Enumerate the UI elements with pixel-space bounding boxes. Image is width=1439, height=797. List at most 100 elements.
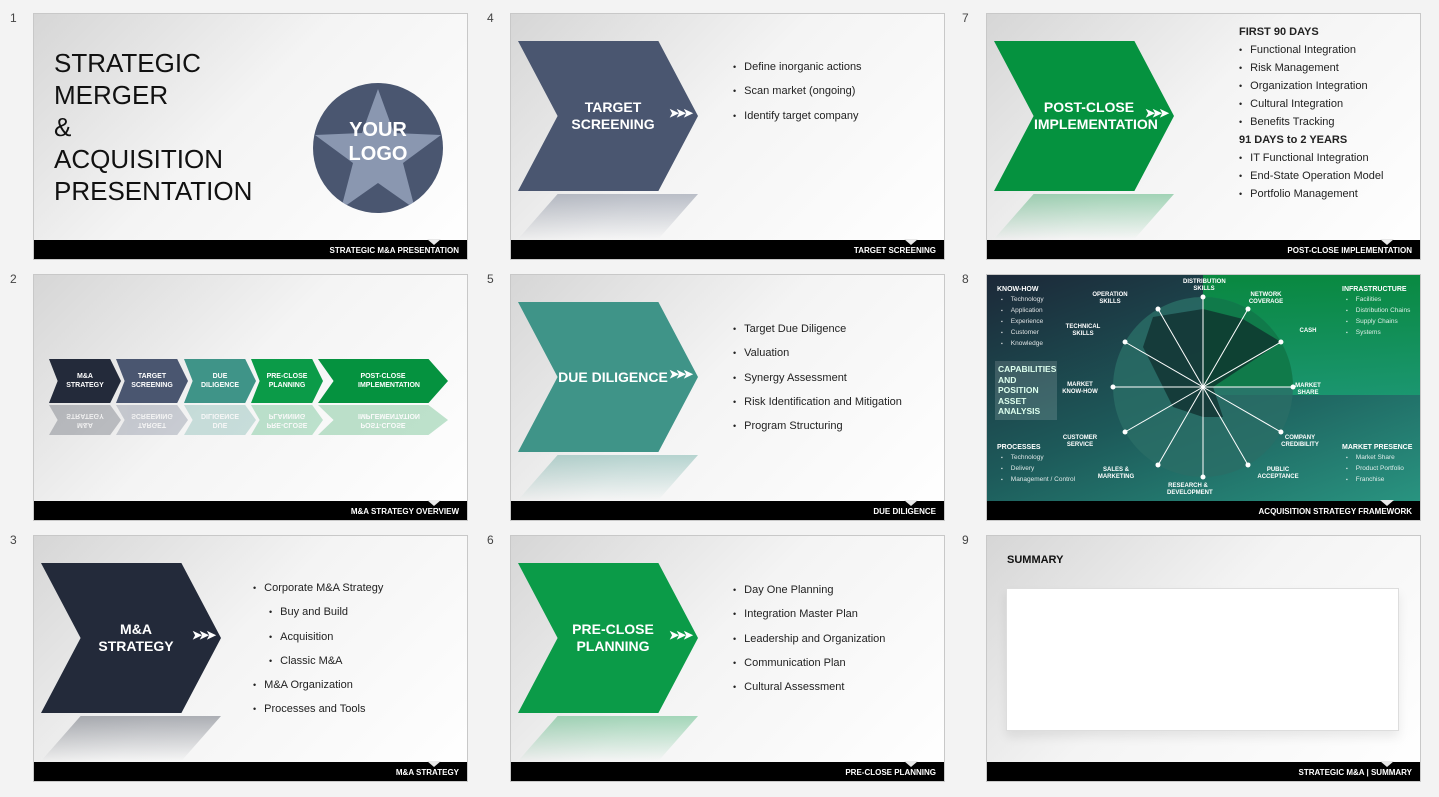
chevron-label: TARGET SCREENING xyxy=(571,99,655,132)
slide-number: 2 xyxy=(10,272,17,286)
bullet-item: Synergy Assessment xyxy=(733,372,902,384)
slide-thumbnail-8[interactable]: DISTRIBUTION SKILLS NETWORK COVERAGE CASH M… xyxy=(986,274,1421,521)
bullet-item: Communication Plan xyxy=(733,657,885,669)
radar-point xyxy=(1278,339,1284,345)
bullet-list: Define inorganic actions Scan market (ong… xyxy=(733,61,862,134)
step-reflection: DUE DILIGENCE xyxy=(184,405,256,435)
group-item: Management / Control xyxy=(1001,476,1075,483)
radar-label: COMPANY CREDIBILITY xyxy=(1281,435,1319,448)
bullet-list: Target Due Diligence Valuation Synergy Ass… xyxy=(733,323,902,444)
group-item: Facilities xyxy=(1346,296,1410,303)
title: STRATEGIC MERGER & ACQUISITION PRESENTATION xyxy=(54,47,252,207)
step-label: PRE-CLOSE PLANNING xyxy=(266,373,308,389)
step-label: M&A STRATEGY xyxy=(66,373,104,389)
framework-group: MARKET PRESENCE Market Share Product Portf… xyxy=(1342,444,1412,487)
radar-label: MARKET KNOW-HOW xyxy=(1062,382,1098,395)
process-step[interactable]: DUE DILIGENCE xyxy=(184,359,256,403)
slide-footer: ACQUISITION STRATEGY FRAMEWORK xyxy=(987,500,1420,520)
radar-label: MARKET SHARE xyxy=(1295,383,1321,396)
radar-label: TECHNICAL SKILLS xyxy=(1065,324,1101,337)
bullet-item: Portfolio Management xyxy=(1239,188,1383,200)
bullet-list: Day One Planning Integration Master Plan L… xyxy=(733,584,885,705)
slide-thumbnail-3[interactable]: M&A STRATEGY ➤➤➤ Corporate M&A Strategy B… xyxy=(33,535,468,782)
bullet-item: Buy and Build xyxy=(253,606,383,618)
slide-thumbnail-9[interactable]: SUMMARY STRATEGIC M&A | SUMMARY xyxy=(986,535,1421,782)
slide-footer: STRATEGIC M&A | SUMMARY xyxy=(987,761,1420,781)
group-title: INFRASTRUCTURE xyxy=(1342,286,1407,293)
slide-number: 7 xyxy=(962,11,969,25)
radar-point xyxy=(1245,306,1251,312)
radar-label: NETWORK COVERAGE xyxy=(1248,292,1284,305)
slide-number: 4 xyxy=(487,11,494,25)
radar-label: RESEARCH & DEVELOPMENT xyxy=(1167,483,1213,496)
group-item: Systems xyxy=(1346,329,1410,336)
slide-footer: M&A STRATEGY OVERVIEW xyxy=(34,500,467,520)
bullet-item: Classic M&A xyxy=(253,655,383,667)
process-step[interactable]: POST-CLOSE IMPLEMENTATION xyxy=(318,359,448,403)
step-reflection-label: POST-CLOSE IMPLEMENTATION xyxy=(358,412,420,428)
radar-point xyxy=(1245,462,1251,468)
slide-thumbnail-2[interactable]: M&A STRATEGY M&A STRATEGY TARGET SCREENIN… xyxy=(33,274,468,521)
group-item: Application xyxy=(1001,307,1044,314)
group-title: PROCESSES xyxy=(997,444,1041,451)
slide-footer: POST-CLOSE IMPLEMENTATION xyxy=(987,239,1420,259)
radar-point xyxy=(1122,429,1128,435)
section-heading: 91 DAYS to 2 YEARS xyxy=(1239,134,1348,146)
chevron-reflection xyxy=(518,716,698,761)
summary-box[interactable] xyxy=(1006,588,1399,731)
framework-group: PROCESSES Technology Delivery Management / … xyxy=(997,444,1075,487)
chevron-reflection xyxy=(994,194,1174,239)
chevron-label: M&A STRATEGY xyxy=(98,621,174,654)
bullet-item: Scan market (ongoing) xyxy=(733,85,862,97)
bullet-item: Organization Integration xyxy=(1239,80,1383,92)
group-item: Knowledge xyxy=(1001,340,1044,347)
slide-thumbnail-6[interactable]: PRE-CLOSE PLANNING ➤➤➤ Day One Planning I… xyxy=(510,535,945,782)
step-label: POST-CLOSE IMPLEMENTATION xyxy=(358,373,420,389)
step-reflection: M&A STRATEGY xyxy=(49,405,121,435)
process-step[interactable]: TARGET SCREENING xyxy=(116,359,188,403)
slide-footer: PRE-CLOSE PLANNING xyxy=(511,761,944,781)
bullet-item: Integration Master Plan xyxy=(733,608,885,620)
radar-point xyxy=(1110,384,1116,390)
chevron-label: POST-CLOSE IMPLEMENTATION xyxy=(1034,99,1158,132)
radar-point xyxy=(1155,462,1161,468)
group-item: Franchise xyxy=(1346,476,1412,483)
slide-footer: STRATEGIC M&A PRESENTATION xyxy=(34,239,467,259)
radar-label: DISTRIBUTION SKILLS xyxy=(1183,279,1226,292)
radar-point xyxy=(1155,306,1161,312)
slide-thumbnail-4[interactable]: TARGET SCREENING ➤➤➤ Define inorganic ac… xyxy=(510,13,945,260)
process-step[interactable]: M&A STRATEGY xyxy=(49,359,121,403)
group-item: Product Portfolio xyxy=(1346,465,1412,472)
summary-title: SUMMARY xyxy=(1007,554,1064,566)
center-label: CAPABILITIES AND POSITION ASSET ANALYSIS xyxy=(995,361,1057,420)
radar-label: CASH xyxy=(1299,328,1317,334)
bullet-item: Benefits Tracking xyxy=(1239,116,1383,128)
group-title: KNOW-HOW xyxy=(997,286,1039,293)
group-item: Distribution Chains xyxy=(1346,307,1411,314)
slide-thumbnail-5[interactable]: DUE DILIGENCE ➤➤➤ Target Due Diligence Va… xyxy=(510,274,945,521)
step-reflection: PRE-CLOSE PLANNING xyxy=(251,405,323,435)
step-reflection: TARGET SCREENING xyxy=(116,405,188,435)
arrows-icon: ➤➤➤ xyxy=(669,106,693,120)
bullet-item: M&A Organization xyxy=(253,679,383,691)
step-reflection-label: DUE DILIGENCE xyxy=(200,412,240,428)
group-item: Technology xyxy=(1001,296,1044,303)
bullet-item: Day One Planning xyxy=(733,584,885,596)
slide-thumbnail-7[interactable]: POST-CLOSE IMPLEMENTATION ➤➤➤ FIRST 90 D… xyxy=(986,13,1421,260)
process-step[interactable]: PRE-CLOSE PLANNING xyxy=(251,359,323,403)
chevron-reflection xyxy=(518,194,698,239)
step-label: DUE DILIGENCE xyxy=(200,373,240,389)
bullet-item: Leadership and Organization xyxy=(733,633,885,645)
chevron-label: PRE-CLOSE PLANNING xyxy=(572,621,654,654)
radar-point xyxy=(1278,429,1284,435)
bullet-item: Target Due Diligence xyxy=(733,323,902,335)
group-item: Supply Chains xyxy=(1346,318,1410,325)
slide-thumbnail-1[interactable]: STRATEGIC MERGER & ACQUISITION PRESENTATION … xyxy=(33,13,468,260)
radar-point xyxy=(1122,339,1128,345)
bullet-item: Functional Integration xyxy=(1239,44,1383,56)
bullet-item: Cultural Integration xyxy=(1239,98,1383,110)
bullet-item: Risk Identification and Mitigation xyxy=(733,396,902,408)
framework-group: INFRASTRUCTURE Facilities Distribution Cha… xyxy=(1342,286,1410,340)
step-reflection-label: M&A STRATEGY xyxy=(66,412,104,428)
title-line: MERGER xyxy=(54,80,169,110)
